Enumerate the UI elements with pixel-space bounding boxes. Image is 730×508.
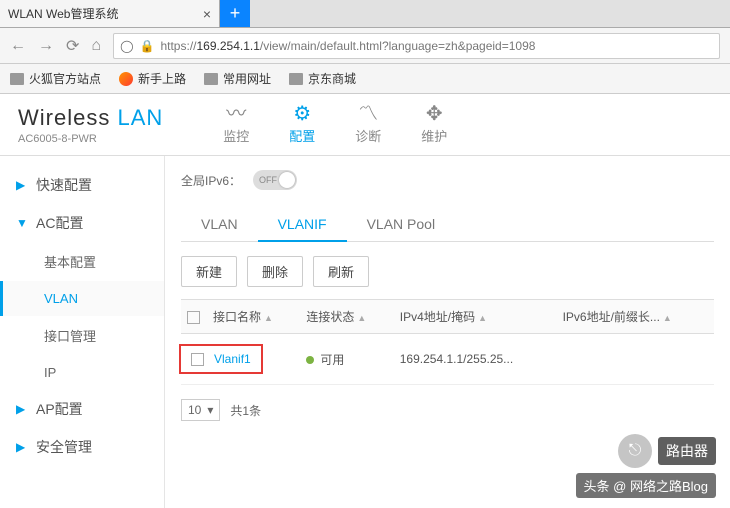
- sidebar-item-quick[interactable]: ▶快速配置: [0, 166, 164, 204]
- cell-ipv4: 169.254.1.1/255.25...: [394, 334, 557, 385]
- sort-icon: ▲: [357, 313, 366, 323]
- cell-status: 可用: [300, 334, 393, 385]
- watermark: ⎋ 路由器: [618, 434, 716, 468]
- tab-vlan[interactable]: VLAN: [181, 208, 258, 241]
- content-tabs: VLAN VLANIF VLAN Pool: [181, 208, 714, 242]
- sidebar-item-security[interactable]: ▶安全管理: [0, 428, 164, 466]
- brand-model: AC6005-8-PWR: [18, 133, 163, 145]
- sort-icon: ▲: [478, 313, 487, 323]
- new-tab-button[interactable]: +: [220, 0, 250, 27]
- delete-button[interactable]: 删除: [247, 256, 303, 287]
- chevron-down-icon: ▼: [16, 216, 28, 230]
- shield-icon: ◯: [120, 39, 133, 53]
- refresh-button[interactable]: 刷新: [313, 256, 369, 287]
- brand: Wireless LAN AC6005-8-PWR: [18, 105, 163, 145]
- watermark-author: 头条 @ 网络之路Blog: [576, 473, 716, 498]
- sidebar-sub-interface[interactable]: 接口管理: [0, 316, 164, 355]
- pager-total: 共1条: [230, 402, 261, 419]
- sidebar-sub-vlan[interactable]: VLAN: [0, 281, 164, 316]
- sort-icon: ▲: [663, 313, 672, 323]
- chevron-right-icon: ▶: [16, 402, 28, 416]
- sort-icon: ▲: [264, 313, 273, 323]
- action-bar: 新建 删除 刷新: [181, 256, 714, 287]
- watermark-text: 路由器: [658, 437, 716, 465]
- browser-tab[interactable]: WLAN Web管理系统 ×: [0, 0, 220, 27]
- sidebar-item-ap[interactable]: ▶AP配置: [0, 390, 164, 428]
- ipv6-toggle[interactable]: OFF: [253, 170, 297, 190]
- bookmark-item[interactable]: 火狐官方站点: [10, 70, 101, 87]
- sidebar-item-ac[interactable]: ▼AC配置: [0, 204, 164, 242]
- lock-warning-icon: 🔒: [140, 39, 155, 53]
- reload-icon[interactable]: ⟳: [66, 36, 79, 56]
- col-ipv6[interactable]: IPv6地址/前缀长...▲: [557, 300, 714, 334]
- maintain-icon: ✥: [426, 104, 443, 124]
- table-row: Vlanif1 可用 169.254.1.1/255.25...: [181, 334, 714, 385]
- bookmark-item[interactable]: 新手上路: [119, 70, 186, 87]
- bookmark-bar: 火狐官方站点 新手上路 常用网址 京东商城: [0, 64, 730, 94]
- global-ipv6-row: 全局IPv6： OFF: [181, 170, 714, 190]
- folder-icon: [204, 73, 218, 85]
- nav-monitor[interactable]: 〰监控: [223, 104, 249, 145]
- cell-ipv6: [557, 334, 714, 385]
- brand-title: Wireless LAN: [18, 105, 163, 131]
- router-icon: ⎋: [618, 434, 652, 468]
- page-size-select[interactable]: 10▾: [181, 399, 220, 421]
- close-icon[interactable]: ×: [203, 6, 211, 22]
- url-text: https://169.254.1.1/view/main/default.ht…: [160, 39, 535, 53]
- nav-diagnose[interactable]: 〽诊断: [355, 104, 381, 145]
- sidebar-sub-basic[interactable]: 基本配置: [0, 242, 164, 281]
- col-name[interactable]: 接口名称▲: [207, 300, 300, 334]
- status-dot-icon: [306, 356, 314, 364]
- ipv6-label: 全局IPv6：: [181, 172, 241, 189]
- sidebar-sub-ip[interactable]: IP: [0, 355, 164, 390]
- chevron-right-icon: ▶: [16, 178, 28, 192]
- chevron-right-icon: ▶: [16, 440, 28, 454]
- nav-config[interactable]: ⚙配置: [289, 104, 315, 145]
- new-button[interactable]: 新建: [181, 256, 237, 287]
- chevron-down-icon: ▾: [207, 403, 213, 417]
- forward-icon[interactable]: →: [38, 37, 54, 55]
- back-icon[interactable]: ←: [10, 37, 26, 55]
- page-header: Wireless LAN AC6005-8-PWR 〰监控 ⚙配置 〽诊断 ✥维…: [0, 94, 730, 156]
- home-icon[interactable]: ⌂: [91, 37, 101, 55]
- bookmark-item[interactable]: 常用网址: [204, 70, 271, 87]
- firefox-icon: [119, 72, 133, 86]
- browser-tab-bar: WLAN Web管理系统 × +: [0, 0, 730, 28]
- vlanif-table: 接口名称▲ 连接状态▲ IPv4地址/掩码▲ IPv6地址/前缀长...▲ Vl…: [181, 299, 714, 385]
- tab-title: WLAN Web管理系统: [8, 5, 118, 22]
- folder-icon: [289, 73, 303, 85]
- select-all-checkbox[interactable]: [187, 311, 200, 324]
- address-bar: ← → ⟳ ⌂ ◯ 🔒 https://169.254.1.1/view/mai…: [0, 28, 730, 64]
- tab-vlanpool[interactable]: VLAN Pool: [347, 208, 455, 241]
- bookmark-item[interactable]: 京东商城: [289, 70, 356, 87]
- diagnose-icon: 〽: [358, 104, 378, 124]
- nav-maintain[interactable]: ✥维护: [421, 104, 447, 145]
- folder-icon: [10, 73, 24, 85]
- sidebar: ▶快速配置 ▼AC配置 基本配置 VLAN 接口管理 IP ▶AP配置 ▶安全管…: [0, 156, 165, 508]
- highlight-annotation: Vlanif1: [179, 344, 263, 374]
- row-checkbox[interactable]: [191, 353, 204, 366]
- tab-vlanif[interactable]: VLANIF: [258, 208, 347, 242]
- gear-icon: ⚙: [293, 104, 311, 124]
- vlanif-link[interactable]: Vlanif1: [214, 352, 251, 366]
- col-status[interactable]: 连接状态▲: [300, 300, 393, 334]
- top-nav: 〰监控 ⚙配置 〽诊断 ✥维护: [223, 104, 447, 145]
- url-input[interactable]: ◯ 🔒 https://169.254.1.1/view/main/defaul…: [113, 33, 720, 59]
- col-ipv4[interactable]: IPv4地址/掩码▲: [394, 300, 557, 334]
- monitor-icon: 〰: [226, 104, 246, 124]
- pager: 10▾ 共1条: [181, 399, 714, 421]
